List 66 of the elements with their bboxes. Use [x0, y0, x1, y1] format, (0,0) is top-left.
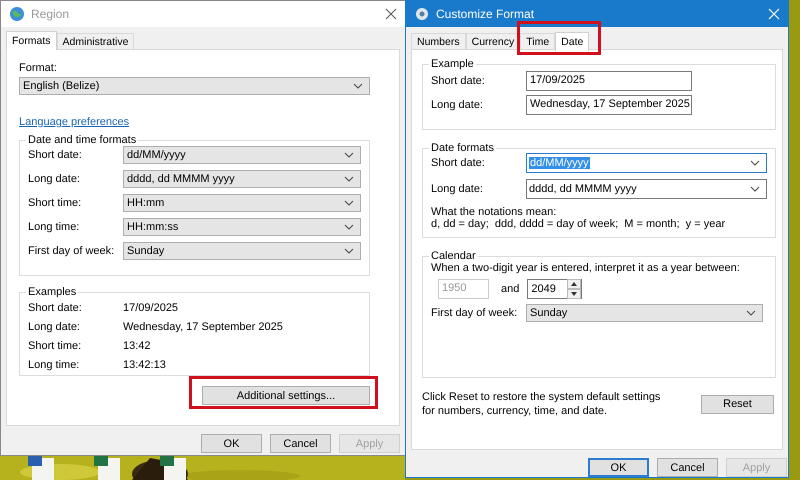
example-value: 13:42 [123, 340, 151, 352]
dialog-button[interactable]: Cancel [657, 458, 718, 477]
example-value: Wednesday, 17 September 2025 [123, 320, 283, 332]
additional-settings-button[interactable]: Additional settings... [202, 386, 370, 405]
format-dropdown[interactable]: Sunday [123, 242, 361, 260]
group-title: Examples [27, 286, 78, 298]
format-dropdown[interactable]: HH:mm [123, 194, 361, 212]
dialog-button[interactable]: OK [588, 458, 649, 477]
notation-text: d, dd = day; ddd, dddd = day of week; M = month; y = year [431, 218, 726, 230]
example-value: 17/09/2025 [123, 302, 178, 314]
tab[interactable]: Administrative [56, 33, 134, 49]
first-day-dropdown[interactable]: Sunday [526, 304, 763, 322]
chevron-down-icon [344, 200, 354, 206]
example-value: 13:42:13 [123, 358, 166, 370]
format-dropdown[interactable]: English (Belize) [19, 77, 370, 95]
and-label: and [501, 283, 520, 295]
chevron-down-icon [344, 176, 354, 182]
tab[interactable]: Date [555, 32, 590, 51]
chevron-down-icon [746, 310, 756, 316]
example-label: Short date: [28, 302, 83, 314]
field-label: First day of week: [431, 307, 518, 319]
tab[interactable]: Numbers [411, 33, 466, 49]
field-label: Long date: [431, 99, 484, 111]
field-label: Long date: [431, 183, 484, 195]
field-label: First day of week: [28, 245, 116, 257]
close-icon[interactable] [385, 8, 397, 20]
globe-icon [9, 6, 25, 22]
group-title: Example [430, 58, 475, 70]
chevron-down-icon [344, 224, 354, 230]
group-title: Calendar [430, 250, 477, 262]
dialog-button[interactable]: Cancel [270, 434, 331, 453]
field-label: Short time: [28, 197, 82, 209]
example-field: Wednesday, 17 September 2025 [526, 95, 692, 115]
field-label: Long date: [28, 173, 81, 185]
notation-title: What the notations mean: [431, 206, 558, 218]
year-spin-box[interactable]: 2049 [527, 279, 582, 299]
dialog-button[interactable]: OK [201, 434, 262, 453]
reset-description: Click Reset to restore the system default settings for numbers, currency, time, and date. [422, 390, 662, 418]
field-label: Short date: [28, 149, 83, 161]
window-title: Customize Format [436, 7, 534, 21]
field-label: Short date: [431, 75, 486, 87]
window-title: Region [31, 7, 70, 21]
field-label: Format: [19, 62, 58, 74]
example-label: Long date: [28, 320, 81, 332]
format-dropdown[interactable]: dd/MM/yyyy [123, 146, 361, 164]
calendar-prompt: When a two-digit year is entered, interpret it as a year between: [431, 262, 741, 274]
chevron-down-icon [750, 160, 760, 166]
group-title: Date and time formats [27, 134, 138, 146]
tab[interactable]: Time [520, 33, 556, 49]
reset-button[interactable]: Reset [701, 394, 774, 414]
chevron-down-icon [344, 248, 354, 254]
example-label: Long time: [28, 358, 80, 370]
tab[interactable]: Formats [6, 31, 57, 50]
format-dropdown[interactable]: HH:mm:ss [123, 218, 361, 236]
group-title: Date formats [430, 142, 495, 154]
chevron-down-icon [344, 152, 354, 158]
format-combo-box[interactable]: dddd, dd MMMM yyyy [526, 179, 767, 199]
example-field: 17/09/2025 [526, 71, 692, 91]
format-dropdown[interactable]: dddd, dd MMMM yyyy [123, 170, 361, 188]
chevron-down-icon [353, 83, 363, 89]
language-preferences-link[interactable]: Language preferences [19, 116, 130, 128]
example-label: Short time: [28, 340, 82, 352]
document-icon[interactable] [160, 456, 188, 480]
chevron-down-icon [750, 186, 760, 192]
field-label: Long time: [28, 221, 80, 233]
field-label: Short date: [431, 157, 486, 169]
